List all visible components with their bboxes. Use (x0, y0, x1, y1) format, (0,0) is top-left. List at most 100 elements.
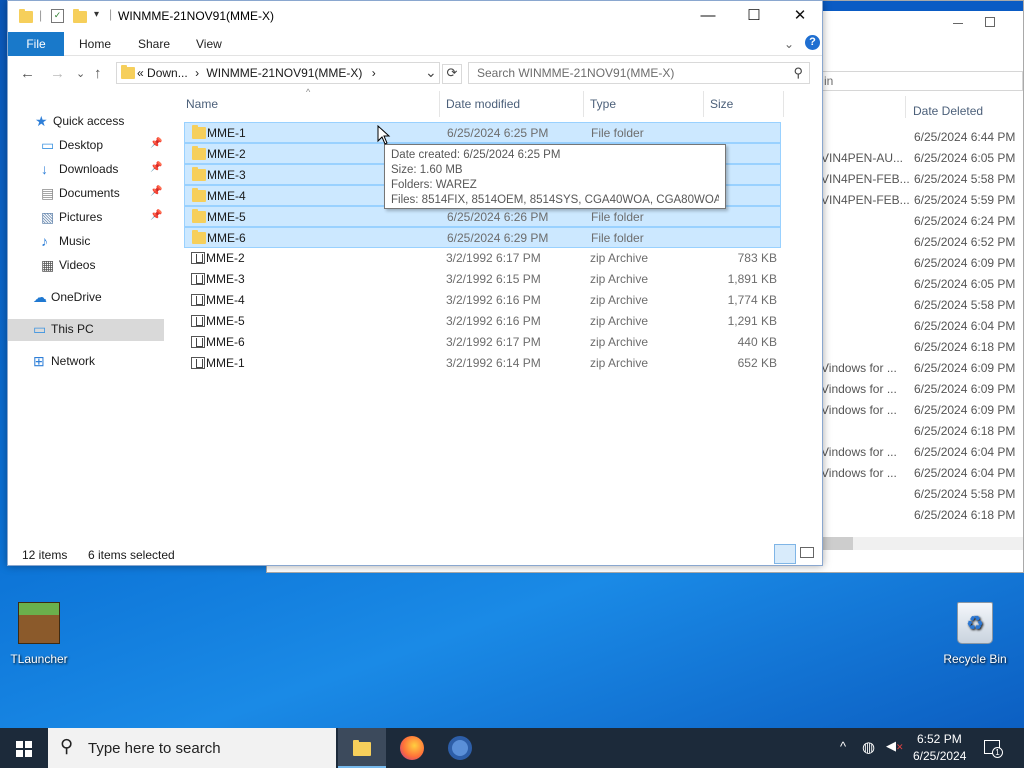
large-icons-view-icon[interactable] (800, 547, 814, 558)
desktop-icon-tlauncher[interactable]: TLauncher (8, 602, 70, 666)
new-folder-icon[interactable] (73, 9, 87, 23)
sidebar-item-label: This PC (51, 322, 94, 336)
background-list-item[interactable]: 6/25/2024 6:44 PM (797, 130, 1023, 151)
sidebar-item-desktop[interactable]: ▭ Desktop 📌 (8, 135, 164, 157)
minimize-button[interactable]: — (685, 1, 731, 31)
maximize-button[interactable]: ☐ (731, 1, 777, 31)
column-header-size[interactable]: Size (710, 97, 733, 111)
table-row[interactable]: MME-1 6/25/2024 6:25 PM File folder (184, 122, 781, 143)
minimize-icon[interactable] (953, 23, 963, 24)
refresh-button[interactable]: ⟳ (442, 64, 462, 84)
background-list-item[interactable]: 6/25/2024 6:18 PM (797, 508, 1023, 529)
breadcrumb-overflow[interactable]: « (137, 66, 144, 80)
table-row[interactable]: MME-5 3/2/1992 6:16 PM zip Archive 1,291 KB (184, 311, 781, 332)
background-list-item[interactable]: 6/25/2024 6:52 PM (797, 235, 1023, 256)
sidebar-item-network[interactable]: ⊞ Network (8, 351, 164, 373)
firefox-icon[interactable] (400, 736, 424, 760)
pin-icon[interactable]: 📌 (150, 162, 162, 173)
breadcrumb-current-folder[interactable]: WINMME-21NOV91(MME-X) (206, 66, 362, 80)
column-header-date[interactable]: Date modified (446, 97, 520, 111)
sidebar-item-videos[interactable]: ▦ Videos (8, 255, 164, 277)
background-list-item[interactable]: 6/25/2024 6:09 PM (797, 256, 1023, 277)
desktop-icon-recycle-bin[interactable]: ♻ Recycle Bin (938, 602, 1012, 666)
search-icon[interactable]: ⚲ (793, 65, 803, 81)
table-row[interactable]: MME-1 3/2/1992 6:14 PM zip Archive 652 KB (184, 353, 781, 374)
pin-icon[interactable]: 📌 (150, 186, 162, 197)
browser-icon[interactable] (448, 736, 472, 760)
forward-button[interactable]: → (50, 65, 65, 82)
title-bar[interactable]: | ✓ ▾ | WINMME-21NOV91(MME-X) — ☐ ✕ (8, 1, 822, 32)
back-button[interactable]: ← (20, 65, 35, 82)
address-dropdown-icon[interactable]: ⌄ (425, 64, 437, 81)
tab-file[interactable]: File (8, 32, 64, 56)
background-list-item[interactable]: Vindows for ... 6/25/2024 6:09 PM (797, 403, 1023, 424)
taskbar-file-explorer[interactable] (338, 728, 386, 768)
maximize-icon[interactable] (985, 17, 995, 27)
background-list-item[interactable]: 6/25/2024 5:58 PM (797, 487, 1023, 508)
pin-icon[interactable]: 📌 (150, 138, 162, 149)
column-header-name[interactable]: Name (186, 97, 218, 111)
background-list-item[interactable]: VIN4PEN-AU... 6/25/2024 6:05 PM (797, 151, 1023, 172)
background-list-item[interactable]: 6/25/2024 6:24 PM (797, 214, 1023, 235)
background-list-item[interactable]: 6/25/2024 5:58 PM (797, 298, 1023, 319)
address-bar[interactable]: « Down... › WINMME-21NOV91(MME-X) › ⌄ (116, 62, 440, 84)
table-row[interactable]: MME-4 3/2/1992 6:16 PM zip Archive 1,774 KB (184, 290, 781, 311)
breadcrumb-chevron-icon[interactable]: › (372, 66, 376, 80)
windows-start-icon[interactable] (16, 741, 32, 757)
column-separator[interactable] (783, 91, 784, 117)
network-globe-icon[interactable]: ◍ (862, 738, 875, 756)
search-input[interactable]: Search WINMME-21NOV91(MME-X) ⚲ (468, 62, 810, 84)
close-button[interactable]: ✕ (777, 1, 823, 31)
background-list-item[interactable]: Vindows for ... 6/25/2024 6:09 PM (797, 382, 1023, 403)
clock-time[interactable]: 6:52 PM (917, 732, 962, 746)
background-list-item[interactable]: 6/25/2024 6:18 PM (797, 340, 1023, 361)
background-list-item[interactable]: 6/25/2024 6:04 PM (797, 319, 1023, 340)
tab-view[interactable]: View (196, 37, 222, 51)
background-list-item[interactable]: 6/25/2024 6:18 PM (797, 424, 1023, 445)
recent-locations-icon[interactable]: ⌄ (76, 67, 85, 80)
help-icon[interactable]: ? (805, 35, 820, 50)
background-list-item[interactable]: Vindows for ... 6/25/2024 6:04 PM (797, 445, 1023, 466)
tab-share[interactable]: Share (138, 37, 170, 51)
column-separator[interactable] (583, 91, 584, 117)
background-list-item[interactable]: Vindows for ... 6/25/2024 6:09 PM (797, 361, 1023, 382)
table-row[interactable]: MME-2 3/2/1992 6:17 PM zip Archive 783 KB (184, 248, 781, 269)
table-row[interactable]: MME-3 3/2/1992 6:15 PM zip Archive 1,891 KB (184, 269, 781, 290)
up-button[interactable]: ↑ (94, 65, 102, 82)
background-list-item[interactable]: VIN4PEN-FEB... 6/25/2024 5:58 PM (797, 172, 1023, 193)
column-separator[interactable] (703, 91, 704, 117)
sidebar-item-quick-access[interactable]: ★ Quick access (8, 111, 164, 133)
sidebar-item-onedrive[interactable]: ☁ OneDrive (8, 287, 164, 309)
volume-muted-icon[interactable]: ◀✕ (886, 738, 904, 754)
details-view-icon[interactable] (774, 544, 796, 564)
background-search-input[interactable]: in (821, 71, 1023, 91)
column-header-type[interactable]: Type (590, 97, 616, 111)
breadcrumb-downloads[interactable]: Down... (147, 66, 188, 80)
chevron-up-icon[interactable]: ^ (840, 739, 846, 754)
clock-date[interactable]: 6/25/2024 (913, 749, 966, 763)
expand-ribbon-icon[interactable]: ⌄ (784, 37, 794, 51)
sidebar-item-this-pc[interactable]: ▭ This PC (8, 319, 164, 341)
background-list-item[interactable]: Vindows for ... 6/25/2024 6:04 PM (797, 466, 1023, 487)
breadcrumb-chevron-icon[interactable]: › (195, 66, 199, 80)
table-row[interactable]: MME-6 6/25/2024 6:29 PM File folder (184, 227, 781, 248)
tooltip-size: Size: 1.60 MB (391, 164, 463, 176)
table-row[interactable]: MME-5 6/25/2024 6:26 PM File folder (184, 206, 781, 227)
sidebar-item-documents[interactable]: ▤ Documents 📌 (8, 183, 164, 205)
tab-home[interactable]: Home (79, 37, 111, 51)
sidebar-item-downloads[interactable]: ↓ Downloads 📌 (8, 159, 164, 181)
background-list-item[interactable]: 6/25/2024 6:05 PM (797, 277, 1023, 298)
taskbar-search-box[interactable]: ⚲ Type here to search (48, 728, 336, 768)
properties-icon[interactable]: ✓ (51, 9, 64, 23)
explorer-window[interactable]: | ✓ ▾ | WINMME-21NOV91(MME-X) — ☐ ✕ Home… (7, 0, 823, 566)
table-row[interactable]: MME-6 3/2/1992 6:17 PM zip Archive 440 KB (184, 332, 781, 353)
pin-icon[interactable]: 📌 (150, 210, 162, 221)
sidebar-item-music[interactable]: ♪ Music (8, 231, 164, 253)
scrollbar-thumb[interactable] (822, 537, 853, 550)
column-separator[interactable] (439, 91, 440, 117)
customize-toolbar-icon[interactable]: ▾ (94, 9, 99, 20)
date-deleted-header[interactable]: Date Deleted (913, 104, 983, 118)
sidebar-item-pictures[interactable]: ▧ Pictures 📌 (8, 207, 164, 229)
background-list-item[interactable]: VIN4PEN-FEB... 6/25/2024 5:59 PM (797, 193, 1023, 214)
deleted-item-name: VIN4PEN-AU... (821, 151, 904, 165)
